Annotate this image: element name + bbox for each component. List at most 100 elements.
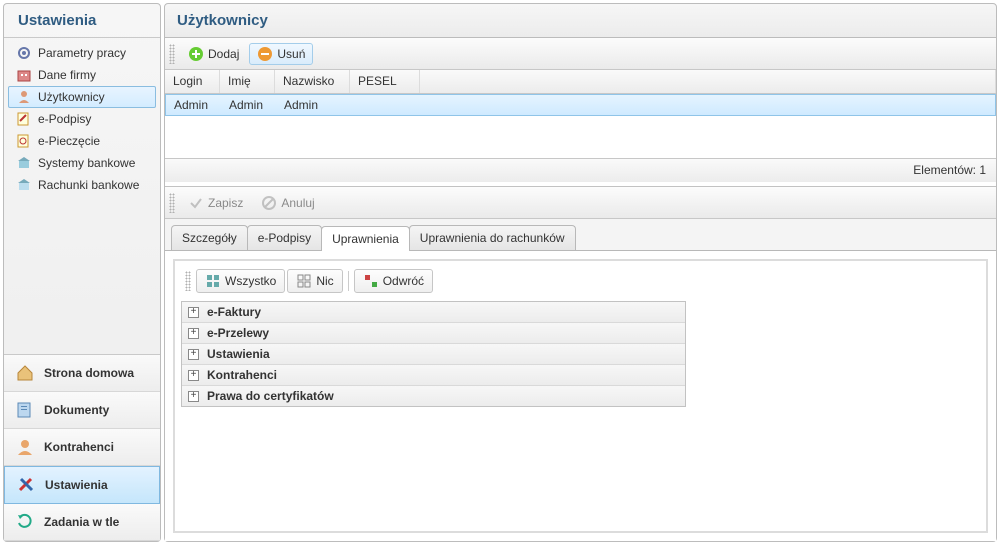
nav-dokumenty[interactable]: Dokumenty [4, 392, 160, 429]
col-imie[interactable]: Imię [220, 70, 275, 93]
settings-item-systemy-bankowe[interactable]: Systemy bankowe [8, 152, 156, 174]
toolbar-separator [348, 271, 349, 291]
select-none-icon [296, 273, 312, 289]
background-tasks-icon [14, 511, 36, 533]
nav-label: Ustawienia [45, 478, 108, 492]
tree-node-kontrahenci[interactable]: + Kontrahenci [182, 365, 685, 386]
tree-label: Kontrahenci [207, 368, 277, 382]
expand-icon[interactable]: + [188, 307, 199, 318]
expand-icon[interactable]: + [188, 349, 199, 360]
page-title: Użytkownicy [164, 3, 997, 38]
sidebar: Ustawienia Parametry pracy Dane firmy Uż… [3, 3, 161, 542]
select-none-button[interactable]: Nic [287, 269, 342, 293]
settings-item-label: Dane firmy [38, 68, 96, 82]
tree-node-e-przelewy[interactable]: + e-Przelewy [182, 323, 685, 344]
select-none-label: Nic [316, 274, 333, 288]
col-nazwisko[interactable]: Nazwisko [275, 70, 350, 93]
settings-item-e-pieczecie[interactable]: e-Pieczęcie [8, 130, 156, 152]
detail-toolbar: Zapisz Anuluj [165, 187, 996, 219]
nav-label: Strona domowa [44, 366, 134, 380]
invert-label: Odwróć [383, 274, 424, 288]
sidebar-nav: Strona domowa Dokumenty Kontrahenci Usta… [4, 354, 160, 541]
save-button[interactable]: Zapisz [180, 192, 251, 214]
settings-item-parametry-pracy[interactable]: Parametry pracy [8, 42, 156, 64]
user-icon [16, 89, 32, 105]
users-grid: Login Imię Nazwisko PESEL Admin Admin Ad… [165, 70, 996, 182]
settings-item-uzytkownicy[interactable]: Użytkownicy [8, 86, 156, 108]
invert-button[interactable]: Odwróć [354, 269, 433, 293]
settings-item-label: Systemy bankowe [38, 156, 135, 170]
tab-uprawnienia-rachunkow[interactable]: Uprawnienia do rachunków [409, 225, 576, 250]
users-toolbar: Dodaj Usuń [165, 38, 996, 70]
tab-szczegoly[interactable]: Szczegóły [171, 225, 248, 250]
detail-panel: Zapisz Anuluj Szczegóły e-Podpisy Uprawn… [165, 186, 996, 541]
col-spacer [420, 70, 996, 93]
invert-icon [363, 273, 379, 289]
documents-icon [14, 399, 36, 421]
company-icon [16, 67, 32, 83]
delete-button[interactable]: Usuń [249, 43, 313, 65]
grid-header: Login Imię Nazwisko PESEL [165, 70, 996, 94]
table-row[interactable]: Admin Admin Admin [165, 94, 996, 116]
detail-tabs: Szczegóły e-Podpisy Uprawnienia Uprawnie… [165, 219, 996, 251]
delete-label: Usuń [277, 47, 305, 61]
toolbar-grip [169, 193, 175, 213]
nav-label: Dokumenty [44, 403, 109, 417]
settings-item-rachunki-bankowe[interactable]: Rachunki bankowe [8, 174, 156, 196]
expand-icon[interactable]: + [188, 328, 199, 339]
cancel-button[interactable]: Anuluj [253, 192, 322, 214]
signature-icon [16, 111, 32, 127]
settings-item-label: Rachunki bankowe [38, 178, 139, 192]
nav-zadania-w-tle[interactable]: Zadania w tle [4, 504, 160, 541]
settings-item-label: Użytkownicy [38, 90, 105, 104]
home-icon [14, 362, 36, 384]
tab-content: Wszystko Nic Odwróć [165, 251, 996, 541]
cell-login: Admin [166, 95, 221, 115]
nav-ustawienia[interactable]: Ustawienia [4, 466, 160, 504]
expand-icon[interactable]: + [188, 391, 199, 402]
plus-icon [188, 46, 204, 62]
cell-pesel [351, 102, 421, 108]
grid-footer: Elementów: 1 [165, 158, 996, 182]
settings-item-label: Parametry pracy [38, 46, 126, 60]
partner-icon [14, 436, 36, 458]
bank-account-icon [16, 177, 32, 193]
check-icon [188, 195, 204, 211]
tree-node-ustawienia[interactable]: + Ustawienia [182, 344, 685, 365]
col-login[interactable]: Login [165, 70, 220, 93]
settings-item-e-podpisy[interactable]: e-Podpisy [8, 108, 156, 130]
cancel-label: Anuluj [281, 196, 314, 210]
nav-kontrahenci[interactable]: Kontrahenci [4, 429, 160, 466]
bank-system-icon [16, 155, 32, 171]
settings-icon [15, 474, 37, 496]
main-panel: Użytkownicy Dodaj Usuń Login Imię [164, 3, 997, 542]
tree-node-prawa-certyfikatow[interactable]: + Prawa do certyfikatów [182, 386, 685, 406]
cell-nazwisko: Admin [276, 95, 351, 115]
select-all-label: Wszystko [225, 274, 276, 288]
add-button[interactable]: Dodaj [180, 43, 247, 65]
toolbar-grip [185, 271, 191, 291]
perm-toolbar: Wszystko Nic Odwróć [181, 267, 980, 295]
tab-uprawnienia[interactable]: Uprawnienia [321, 226, 410, 251]
col-pesel[interactable]: PESEL [350, 70, 420, 93]
tab-e-podpisy[interactable]: e-Podpisy [247, 225, 322, 250]
cell-imie: Admin [221, 95, 276, 115]
sidebar-title: Ustawienia [4, 4, 160, 38]
settings-item-dane-firmy[interactable]: Dane firmy [8, 64, 156, 86]
nav-label: Kontrahenci [44, 440, 114, 454]
nav-label: Zadania w tle [44, 515, 119, 529]
settings-list: Parametry pracy Dane firmy Użytkownicy e… [4, 38, 160, 200]
add-label: Dodaj [208, 47, 239, 61]
nav-strona-domowa[interactable]: Strona domowa [4, 355, 160, 392]
stamp-icon [16, 133, 32, 149]
toolbar-grip [169, 44, 175, 64]
tree-label: Ustawienia [207, 347, 270, 361]
expand-icon[interactable]: + [188, 370, 199, 381]
permissions-tree: + e-Faktury + e-Przelewy + Ustawienia [181, 301, 686, 407]
save-label: Zapisz [208, 196, 243, 210]
settings-item-label: e-Pieczęcie [38, 134, 100, 148]
settings-item-label: e-Podpisy [38, 112, 91, 126]
select-all-button[interactable]: Wszystko [196, 269, 285, 293]
cancel-icon [261, 195, 277, 211]
tree-node-e-faktury[interactable]: + e-Faktury [182, 302, 685, 323]
